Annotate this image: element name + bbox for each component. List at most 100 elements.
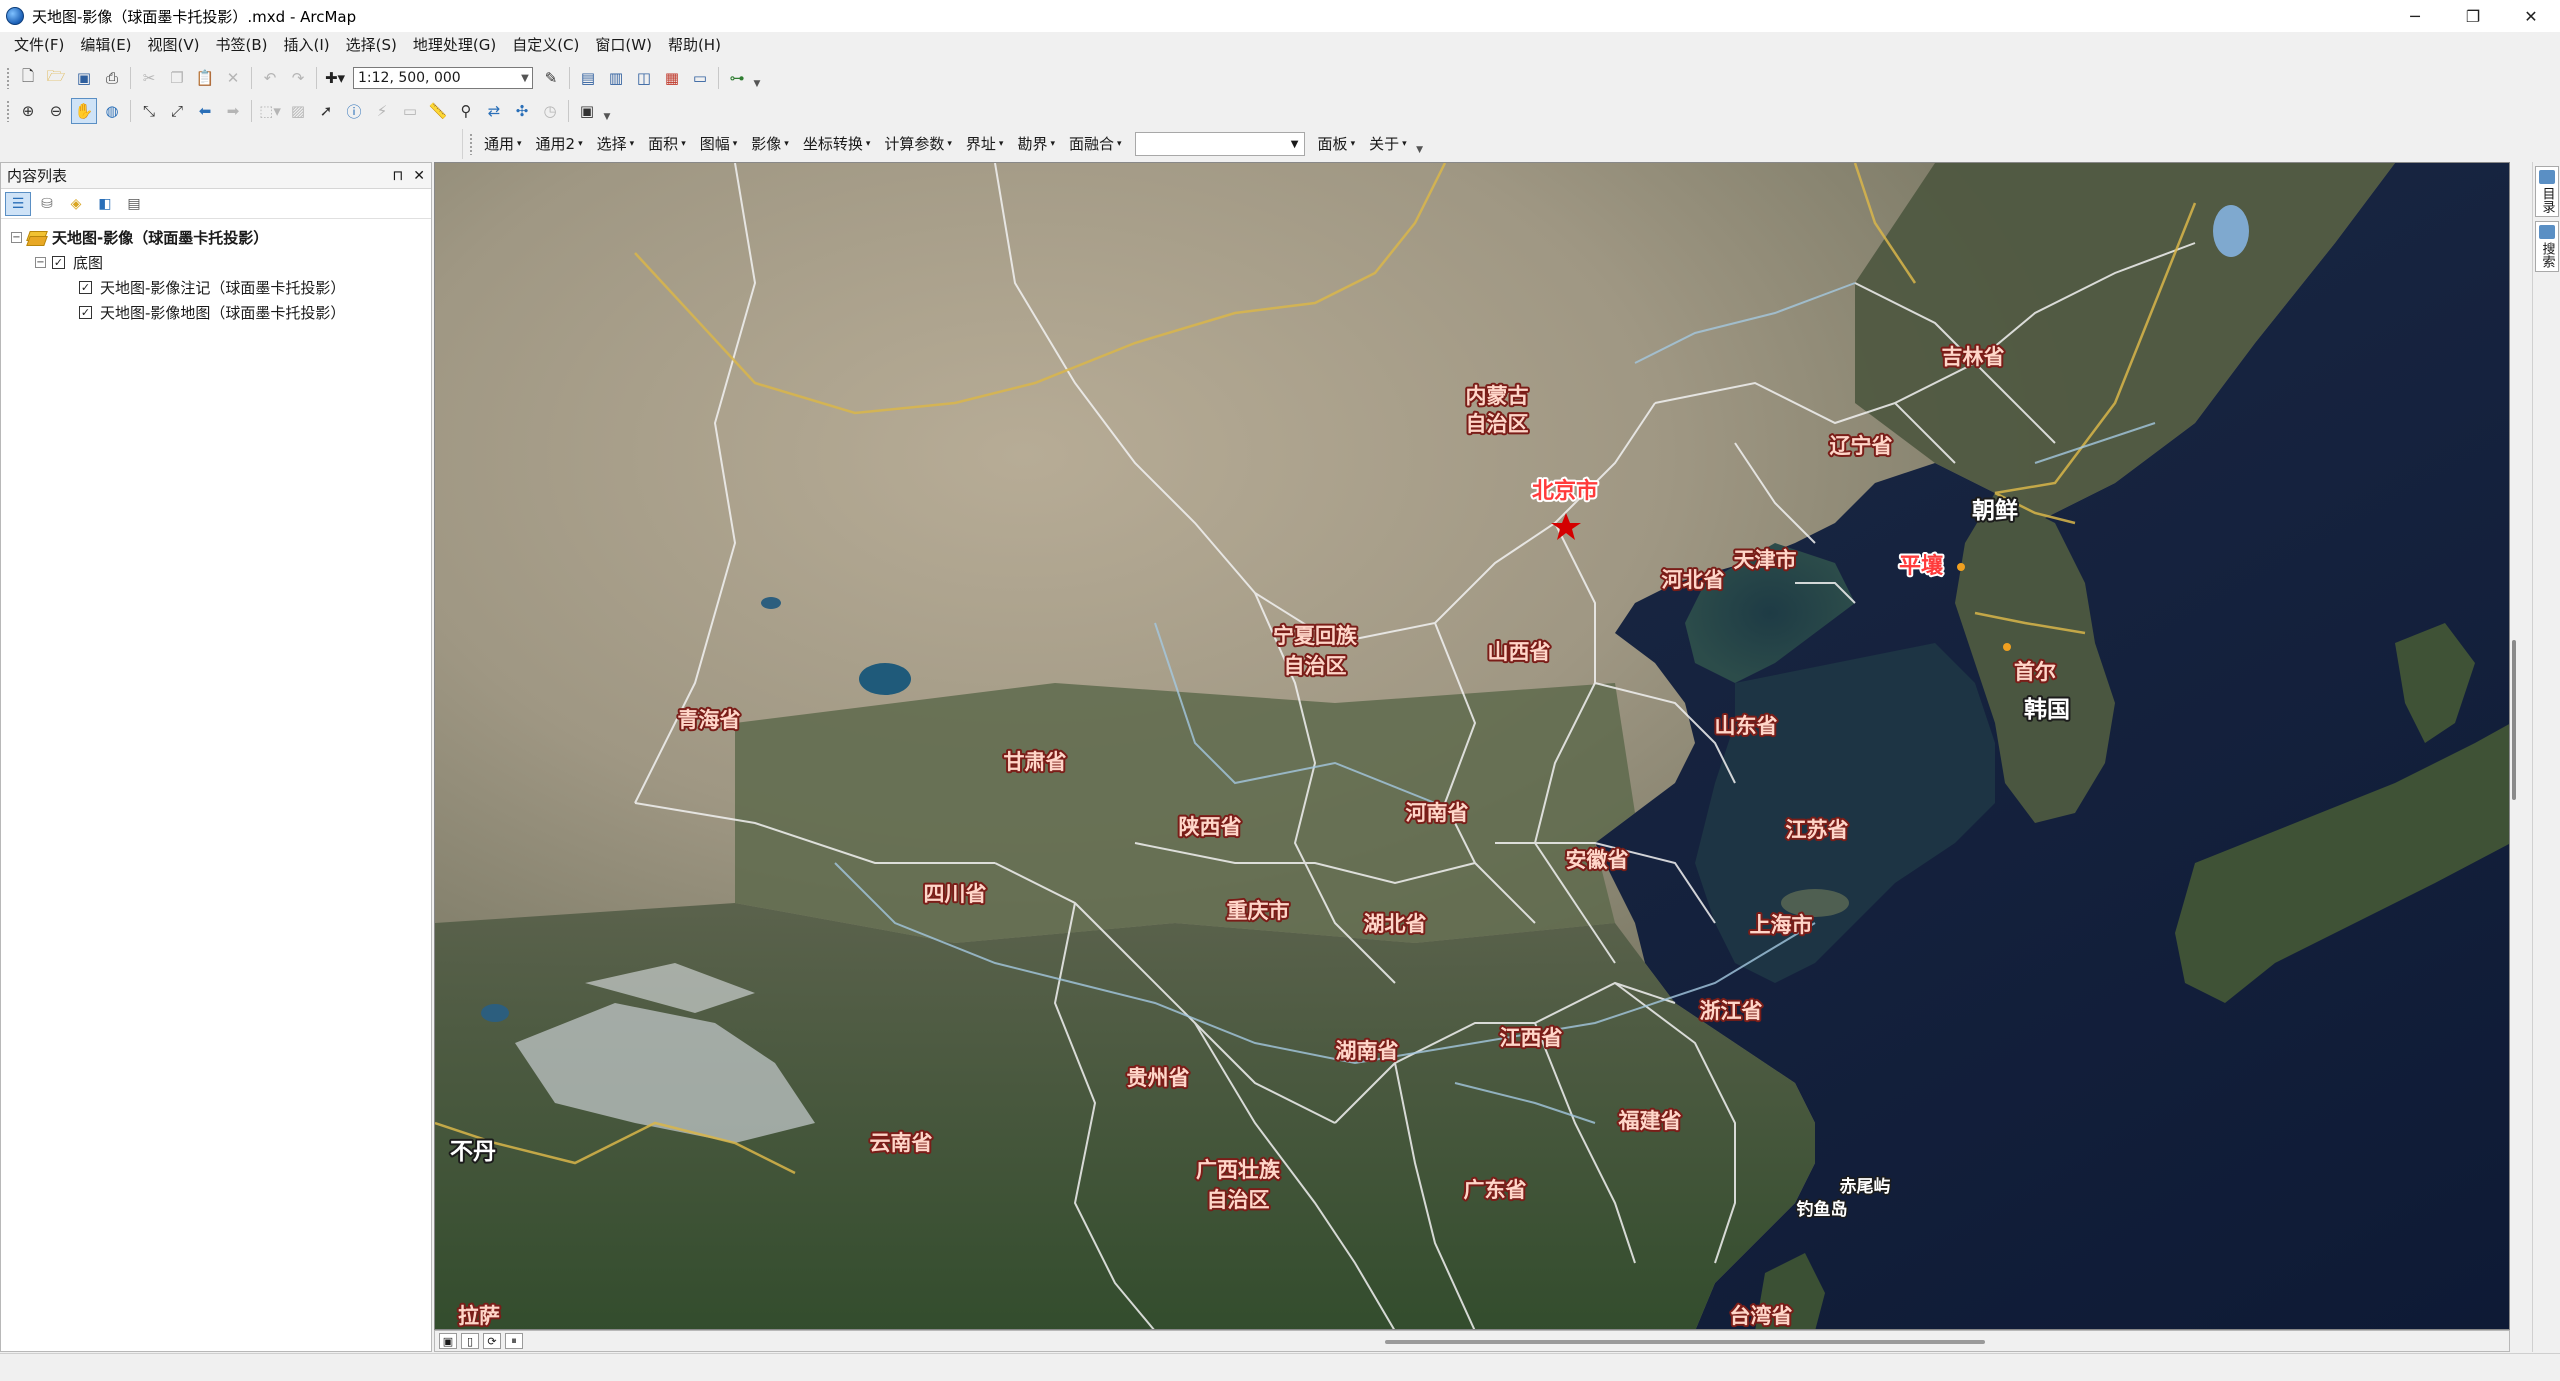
editor-toolbar-icon[interactable]: ✎ xyxy=(538,65,564,91)
pause-drawing-icon[interactable]: ⏸ xyxy=(505,1333,523,1349)
menu-edit[interactable]: 编辑(E) xyxy=(72,32,139,58)
forward-arrow-icon[interactable]: ➡ xyxy=(220,98,246,124)
menu-help[interactable]: 帮助(H) xyxy=(660,32,729,58)
print-icon[interactable]: ⎙ xyxy=(99,65,125,91)
arctoolbox-icon[interactable]: ▦ xyxy=(659,65,685,91)
search-window-icon[interactable]: ◫ xyxy=(631,65,657,91)
close-button[interactable]: ✕ xyxy=(2502,0,2560,32)
create-viewer-window-icon[interactable]: ▣ xyxy=(574,98,600,124)
menu-selection[interactable]: 选择(S) xyxy=(338,32,405,58)
tree-row-group[interactable]: − ✓ 底图 xyxy=(1,250,431,275)
plugin-menu-general[interactable]: 通用 ▾ xyxy=(477,131,529,157)
tree-row-layer[interactable]: ✓ 天地图-影像地图（球面墨卡托投影） xyxy=(1,300,431,325)
tree-row-dataframe[interactable]: − 天地图-影像（球面墨卡托投影） xyxy=(1,225,431,250)
full-extent-globe-icon[interactable]: ◍ xyxy=(99,98,125,124)
layer-name[interactable]: 天地图-影像地图（球面墨卡托投影） xyxy=(100,302,345,323)
tree-row-layer[interactable]: ✓ 天地图-影像注记（球面墨卡托投影） xyxy=(1,275,431,300)
list-by-drawing-order-icon[interactable]: ☰ xyxy=(5,191,31,216)
menu-customize[interactable]: 自定义(C) xyxy=(504,32,587,58)
time-slider-icon[interactable]: ◷ xyxy=(537,98,563,124)
delete-icon[interactable]: ✕ xyxy=(220,65,246,91)
menu-insert[interactable]: 插入(I) xyxy=(276,32,338,58)
layout-view-button[interactable]: ▯ xyxy=(461,1333,479,1349)
toolbar-grip[interactable] xyxy=(6,100,10,122)
maximize-button[interactable]: ❐ xyxy=(2444,0,2502,32)
go-to-xy-icon[interactable]: ✣ xyxy=(509,98,535,124)
menu-file[interactable]: 文件(F) xyxy=(6,32,72,58)
python-window-icon[interactable]: ▭ xyxy=(687,65,713,91)
new-document-icon[interactable]: 🗋 xyxy=(15,65,41,91)
toolbar-overflow-icon[interactable]: ▼ xyxy=(751,67,763,89)
group-layer-name[interactable]: 底图 xyxy=(73,252,103,273)
find-binoculars-icon[interactable]: ⚲ xyxy=(453,98,479,124)
plugin-menu-sheet[interactable]: 图幅 ▾ xyxy=(693,131,745,157)
plugin-menu-general2[interactable]: 通用2 ▾ xyxy=(529,131,590,157)
plugin-menu-select[interactable]: 选择 ▾ xyxy=(590,131,642,157)
chevron-down-icon[interactable]: ▼ xyxy=(514,68,532,88)
toolbar-grip[interactable] xyxy=(6,67,10,89)
visibility-checkbox[interactable]: ✓ xyxy=(52,256,65,269)
open-folder-icon[interactable]: 🗁 xyxy=(43,65,69,91)
toolbar-grip[interactable] xyxy=(469,133,473,155)
plugin-menu-panel[interactable]: 面板 ▾ xyxy=(1311,131,1363,157)
select-features-icon[interactable]: ⬚▾ xyxy=(257,98,283,124)
plugin-menu-boundary-point[interactable]: 界址 ▾ xyxy=(959,131,1011,157)
toolbar-overflow-icon[interactable]: ▼ xyxy=(1414,133,1426,155)
minimize-button[interactable]: ─ xyxy=(2386,0,2444,32)
list-by-source-icon[interactable]: ⛁ xyxy=(34,192,60,216)
plugin-menu-polygon-dissolve[interactable]: 面融合 ▾ xyxy=(1062,131,1129,157)
find-route-icon[interactable]: ⇄ xyxy=(481,98,507,124)
toolbar-overflow-icon[interactable]: ▼ xyxy=(601,100,613,122)
clear-selection-icon[interactable]: ▨ xyxy=(285,98,311,124)
data-view-button[interactable]: ▣ xyxy=(439,1333,457,1349)
refresh-icon[interactable]: ⟳ xyxy=(483,1333,501,1349)
hyperlink-icon[interactable]: ⚡ xyxy=(369,98,395,124)
toc-options-icon[interactable]: ▤ xyxy=(121,192,147,216)
modelbuilder-icon[interactable]: ⊶ xyxy=(724,65,750,91)
visibility-checkbox[interactable]: ✓ xyxy=(79,306,92,319)
catalog-window-icon[interactable]: ▥ xyxy=(603,65,629,91)
zoom-out-icon[interactable]: ⊖ xyxy=(43,98,69,124)
menu-view[interactable]: 视图(V) xyxy=(140,32,208,58)
catalog-tab[interactable]: 目录 xyxy=(2535,166,2559,217)
visibility-checkbox[interactable]: ✓ xyxy=(79,281,92,294)
fixed-zoom-in-icon[interactable]: ⤡ xyxy=(136,98,162,124)
collapse-icon[interactable]: − xyxy=(35,257,46,268)
html-popup-icon[interactable]: ▭ xyxy=(397,98,423,124)
plugin-menu-coord-transform[interactable]: 坐标转换 ▾ xyxy=(796,131,878,157)
fixed-zoom-out-icon[interactable]: ⤢ xyxy=(164,98,190,124)
paste-icon[interactable]: 📋 xyxy=(192,65,218,91)
plugin-menu-survey-boundary[interactable]: 勘界 ▾ xyxy=(1010,131,1062,157)
menu-geoprocessing[interactable]: 地理处理(G) xyxy=(405,32,504,58)
horizontal-scrollbar[interactable] xyxy=(1385,1340,1985,1344)
collapse-icon[interactable]: − xyxy=(11,232,22,243)
undo-icon[interactable]: ↶ xyxy=(257,65,283,91)
close-icon[interactable]: ✕ xyxy=(413,168,425,184)
menu-bookmarks[interactable]: 书签(B) xyxy=(208,32,276,58)
list-by-visibility-icon[interactable]: ◈ xyxy=(63,192,89,216)
select-elements-arrow-icon[interactable]: ➚ xyxy=(313,98,339,124)
table-of-contents-window-icon[interactable]: ▤ xyxy=(575,65,601,91)
list-by-selection-icon[interactable]: ◧ xyxy=(92,192,118,216)
dataframe-name[interactable]: 天地图-影像（球面墨卡托投影） xyxy=(52,227,268,248)
zoom-in-icon[interactable]: ⊕ xyxy=(15,98,41,124)
back-arrow-icon[interactable]: ⬅ xyxy=(192,98,218,124)
chevron-down-icon[interactable]: ▼ xyxy=(1286,139,1304,150)
identify-info-icon[interactable]: ⓘ xyxy=(341,98,367,124)
pan-hand-icon[interactable]: ✋ xyxy=(71,98,97,124)
menu-windows[interactable]: 窗口(W) xyxy=(587,32,660,58)
satellite-map[interactable]: 内蒙古 自治区 吉林省 辽宁省 天津市 河北省 宁夏回族 自治区 山西省 首尔 … xyxy=(435,163,2510,1330)
plugin-menu-imagery[interactable]: 影像 ▾ xyxy=(744,131,796,157)
redo-icon[interactable]: ↷ xyxy=(285,65,311,91)
pin-icon[interactable]: ⊓ xyxy=(392,168,403,184)
measure-ruler-icon[interactable]: 📏 xyxy=(425,98,451,124)
save-icon[interactable]: ▣ xyxy=(71,65,97,91)
add-data-icon[interactable]: ✚▾ xyxy=(322,65,348,91)
copy-icon[interactable]: ❐ xyxy=(164,65,190,91)
plugin-menu-area[interactable]: 面积 ▾ xyxy=(641,131,693,157)
plugin-menu-about[interactable]: 关于 ▾ xyxy=(1362,131,1414,157)
plugin-combo-box[interactable]: ▼ xyxy=(1134,132,1305,156)
vertical-scrollbar[interactable] xyxy=(2512,640,2516,800)
map-view[interactable]: 内蒙古 自治区 吉林省 辽宁省 天津市 河北省 宁夏回族 自治区 山西省 首尔 … xyxy=(434,162,2510,1330)
layer-name[interactable]: 天地图-影像注记（球面墨卡托投影） xyxy=(100,277,345,298)
